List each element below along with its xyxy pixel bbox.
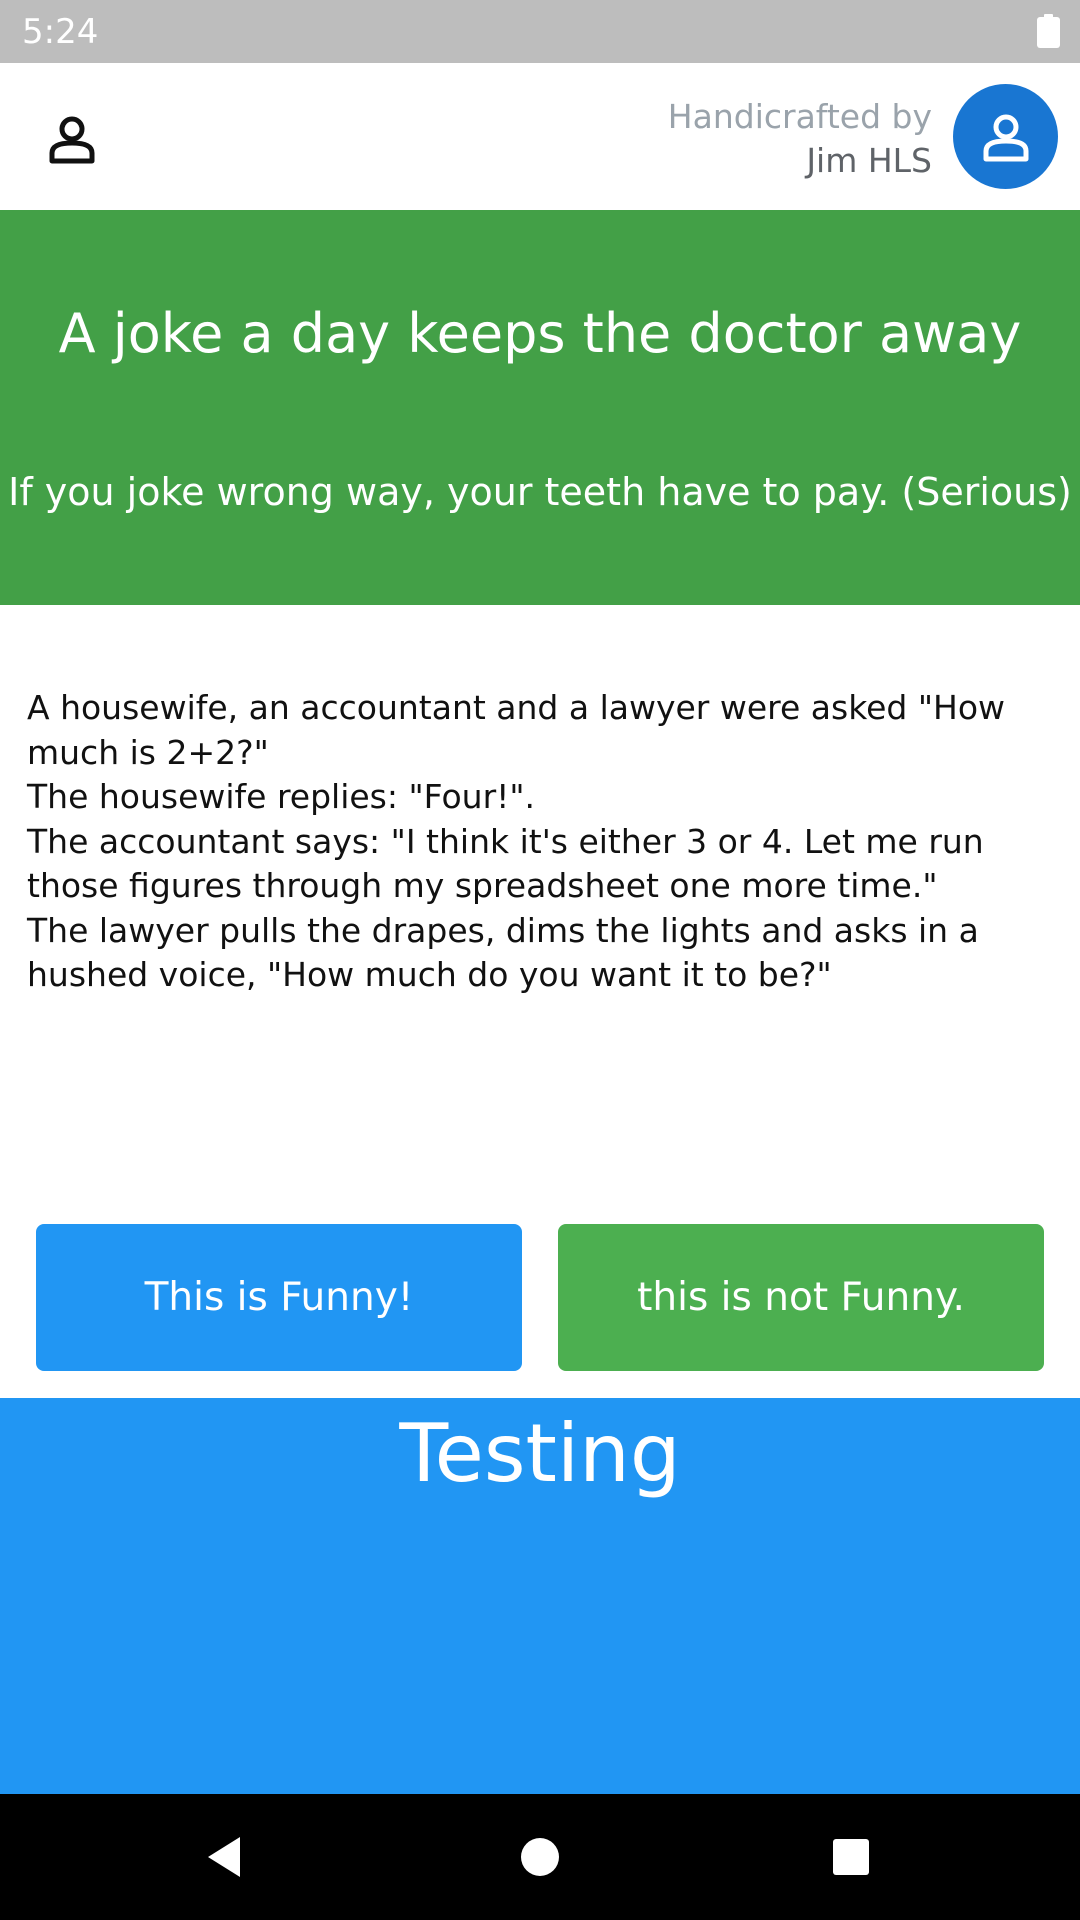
recents-icon[interactable] bbox=[825, 1831, 877, 1883]
status-time: 5:24 bbox=[22, 12, 99, 52]
credit-author: Jim HLS bbox=[806, 141, 932, 180]
avatar[interactable] bbox=[953, 84, 1058, 189]
not-funny-button[interactable]: this is not Funny. bbox=[558, 1224, 1044, 1371]
testing-panel: Testing bbox=[0, 1398, 1080, 1794]
battery-icon bbox=[1037, 14, 1060, 48]
back-icon[interactable] bbox=[200, 1831, 252, 1883]
joke-text: A housewife, an accountant and a lawyer … bbox=[27, 686, 1057, 998]
hero-banner: A joke a day keeps the doctor away If yo… bbox=[0, 210, 1080, 605]
home-icon[interactable] bbox=[514, 1831, 566, 1883]
hero-subtitle: If you joke wrong way, your teeth have t… bbox=[8, 470, 1072, 514]
joke-line: The accountant says: "I think it's eithe… bbox=[27, 821, 984, 906]
app-header: Handicrafted by Jim HLS bbox=[0, 63, 1080, 210]
user-avatar-icon bbox=[983, 114, 1029, 162]
status-bar: 5:24 bbox=[0, 0, 1080, 63]
joke-line: The lawyer pulls the drapes, dims the li… bbox=[27, 910, 979, 995]
credit-line1: Handicrafted by bbox=[667, 97, 932, 136]
navigation-bar bbox=[0, 1794, 1080, 1920]
funny-button[interactable]: This is Funny! bbox=[36, 1224, 522, 1371]
joke-line: The housewife replies: "Four!". bbox=[27, 777, 536, 816]
credit: Handicrafted by Jim HLS bbox=[668, 95, 932, 183]
testing-label: Testing bbox=[399, 1407, 681, 1500]
joke-line: A housewife, an accountant and a lawyer … bbox=[27, 688, 1006, 772]
user-outline-icon[interactable] bbox=[44, 111, 100, 167]
hero-title: A joke a day keeps the doctor away bbox=[58, 302, 1022, 365]
